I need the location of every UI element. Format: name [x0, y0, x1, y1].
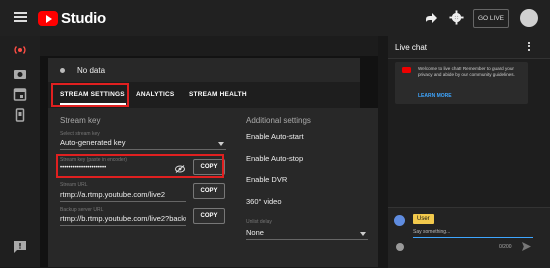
stream-key-select[interactable]: Auto-generated key	[60, 138, 125, 147]
user-avatar	[394, 215, 405, 226]
stream-status-text: No data	[77, 65, 106, 75]
youtube-studio-logo[interactable]: Studio	[38, 9, 106, 27]
stream-preview-strip	[40, 36, 378, 56]
emoji-icon[interactable]	[396, 243, 404, 251]
camera-icon[interactable]	[13, 67, 27, 81]
stream-status-row: No data	[48, 58, 360, 82]
select-stream-key-label: Select stream key	[60, 131, 100, 137]
youtube-icon	[402, 67, 411, 73]
highlight-box-key	[56, 154, 224, 178]
chat-title: Live chat	[395, 43, 428, 52]
learn-more-link[interactable]: LEARN MORE	[418, 93, 452, 99]
backup-url-label: Backup server URL	[60, 207, 104, 213]
copy-backup-url-button[interactable]: COPY	[193, 208, 225, 224]
360-video-toggle[interactable]: 360° video	[246, 197, 282, 206]
enable-dvr-toggle[interactable]: Enable DVR	[246, 175, 287, 184]
feedback-icon[interactable]	[13, 240, 27, 254]
tab-analytics[interactable]: ANALYTICS	[136, 91, 174, 98]
unlist-delay-select[interactable]: None	[246, 228, 264, 237]
chat-input[interactable]: Say something...	[413, 229, 450, 235]
app-name: Studio	[61, 9, 106, 27]
gear-icon[interactable]	[449, 10, 464, 25]
live-icon[interactable]	[13, 43, 27, 57]
avatar[interactable]	[520, 9, 538, 27]
copy-stream-url-button[interactable]: COPY	[193, 183, 225, 199]
highlight-box-tab	[51, 83, 129, 107]
select-underline	[60, 149, 226, 150]
user-name-badge: User	[413, 214, 434, 224]
share-icon[interactable]	[424, 11, 438, 25]
status-dot-icon	[60, 67, 65, 73]
chat-welcome-message: Welcome to live chat! Remember to guard …	[395, 62, 528, 104]
unlist-delay-label: Unlist delay	[246, 219, 272, 225]
chevron-down-icon[interactable]	[218, 142, 224, 146]
go-live-button[interactable]: GO LIVE	[473, 9, 509, 28]
calendar-icon[interactable]	[13, 87, 27, 101]
phone-icon[interactable]	[13, 108, 27, 122]
additional-settings-title: Additional settings	[246, 116, 311, 125]
more-options-icon[interactable]	[528, 42, 531, 51]
enable-auto-stop-toggle[interactable]: Enable Auto-stop	[246, 154, 303, 163]
welcome-text: Welcome to live chat! Remember to guard …	[418, 66, 515, 77]
backup-url-underline	[60, 225, 186, 226]
chevron-down-icon[interactable]	[360, 232, 366, 236]
tab-stream-health[interactable]: STREAM HEALTH	[189, 91, 247, 98]
stream-url-field[interactable]: rtmp://a.rtmp.youtube.com/live2	[60, 190, 165, 199]
unlist-delay-underline	[246, 239, 368, 240]
stream-key-section-label: Stream key	[60, 116, 101, 125]
youtube-play-icon	[38, 10, 58, 26]
enable-auto-start-toggle[interactable]: Enable Auto-start	[246, 132, 304, 141]
char-count: 0/200	[499, 244, 512, 250]
stream-url-underline	[60, 201, 186, 202]
stream-url-label: Stream URL	[60, 182, 88, 188]
menu-icon[interactable]	[14, 12, 27, 22]
sidebar	[0, 36, 40, 267]
send-icon[interactable]	[522, 242, 531, 251]
backup-url-field[interactable]: rtmp://b.rtmp.youtube.com/live2?backu	[60, 214, 186, 223]
chat-input-underline	[413, 237, 533, 238]
